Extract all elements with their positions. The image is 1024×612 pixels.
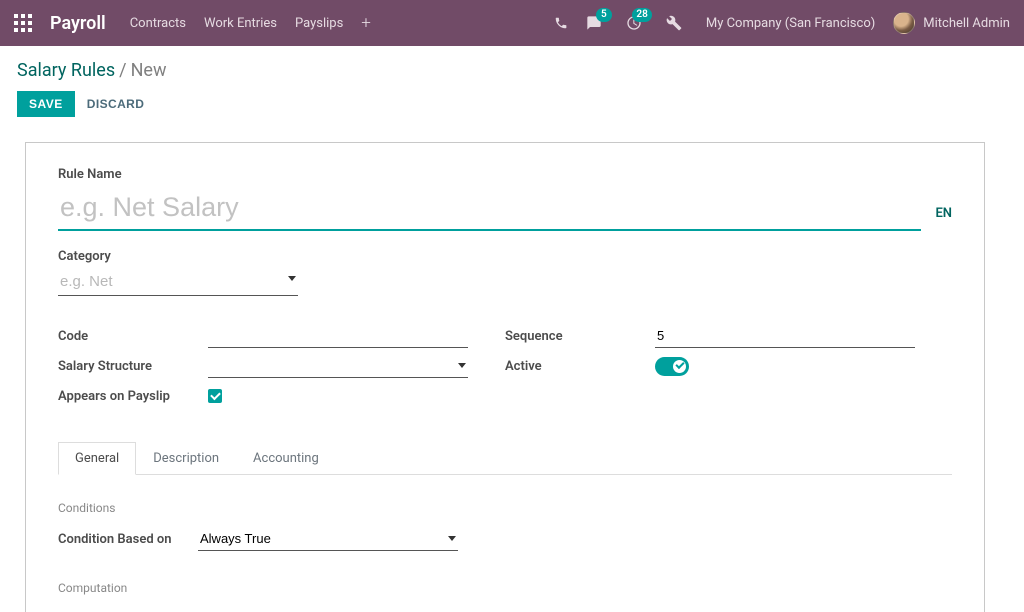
user-name: Mitchell Admin xyxy=(923,16,1010,31)
code-label: Code xyxy=(58,329,208,344)
tabs: General Description Accounting xyxy=(58,442,952,475)
active-label: Active xyxy=(505,359,655,374)
rule-name-label: Rule Name xyxy=(58,167,952,182)
tab-accounting[interactable]: Accounting xyxy=(236,442,336,475)
amount-type-input[interactable] xyxy=(198,608,458,612)
computation-heading: Computation xyxy=(58,581,505,595)
nav-payslips[interactable]: Payslips xyxy=(295,16,343,31)
company-selector[interactable]: My Company (San Francisco) xyxy=(706,16,875,31)
tab-general-panel: Conditions Condition Based on Computatio… xyxy=(58,475,952,612)
discard-button[interactable]: DISCARD xyxy=(85,91,146,117)
breadcrumb-current: New xyxy=(131,60,167,81)
plus-icon[interactable]: + xyxy=(361,13,371,33)
salary-structure-label: Salary Structure xyxy=(58,359,208,374)
category-label: Category xyxy=(58,249,298,264)
chevron-down-icon xyxy=(288,276,296,281)
debug-icon[interactable] xyxy=(666,15,682,31)
save-button[interactable]: SAVE xyxy=(17,91,75,117)
activities-icon[interactable]: 28 xyxy=(626,15,642,31)
apps-icon[interactable] xyxy=(14,14,32,32)
rule-name-input[interactable] xyxy=(58,188,921,231)
chevron-down-icon xyxy=(448,536,456,541)
breadcrumb-parent[interactable]: Salary Rules xyxy=(17,60,115,81)
nav-work-entries[interactable]: Work Entries xyxy=(204,16,277,31)
sequence-input[interactable] xyxy=(655,325,915,348)
messages-badge: 5 xyxy=(596,8,612,22)
code-input[interactable] xyxy=(208,325,468,348)
appears-on-payslip-label: Appears on Payslip xyxy=(58,389,208,404)
messages-icon[interactable]: 5 xyxy=(586,15,602,31)
condition-based-input[interactable] xyxy=(198,528,458,551)
user-menu[interactable]: Mitchell Admin xyxy=(893,12,1010,34)
nav-contracts[interactable]: Contracts xyxy=(130,16,186,31)
activities-badge: 28 xyxy=(632,8,651,22)
condition-based-label: Condition Based on xyxy=(58,532,198,547)
breadcrumb: Salary Rules/New xyxy=(17,60,1007,81)
lang-button[interactable]: EN xyxy=(935,206,952,231)
form-scroll[interactable]: Rule Name EN Category Code Salary Struct… xyxy=(0,122,1010,612)
control-panel: Salary Rules/New SAVE DISCARD xyxy=(0,46,1024,129)
top-navbar: Payroll Contracts Work Entries Payslips … xyxy=(0,0,1024,46)
active-toggle[interactable] xyxy=(655,357,689,376)
sequence-label: Sequence xyxy=(505,329,655,344)
chevron-down-icon xyxy=(458,363,466,368)
avatar xyxy=(893,12,915,34)
salary-structure-input[interactable] xyxy=(208,355,468,378)
form-sheet: Rule Name EN Category Code Salary Struct… xyxy=(25,142,985,612)
phone-icon[interactable] xyxy=(554,16,568,30)
appears-on-payslip-checkbox[interactable] xyxy=(208,389,222,403)
tab-general[interactable]: General xyxy=(58,442,136,475)
category-input[interactable] xyxy=(58,270,298,296)
tab-description[interactable]: Description xyxy=(136,442,236,475)
conditions-heading: Conditions xyxy=(58,501,505,515)
app-brand[interactable]: Payroll xyxy=(50,13,106,34)
